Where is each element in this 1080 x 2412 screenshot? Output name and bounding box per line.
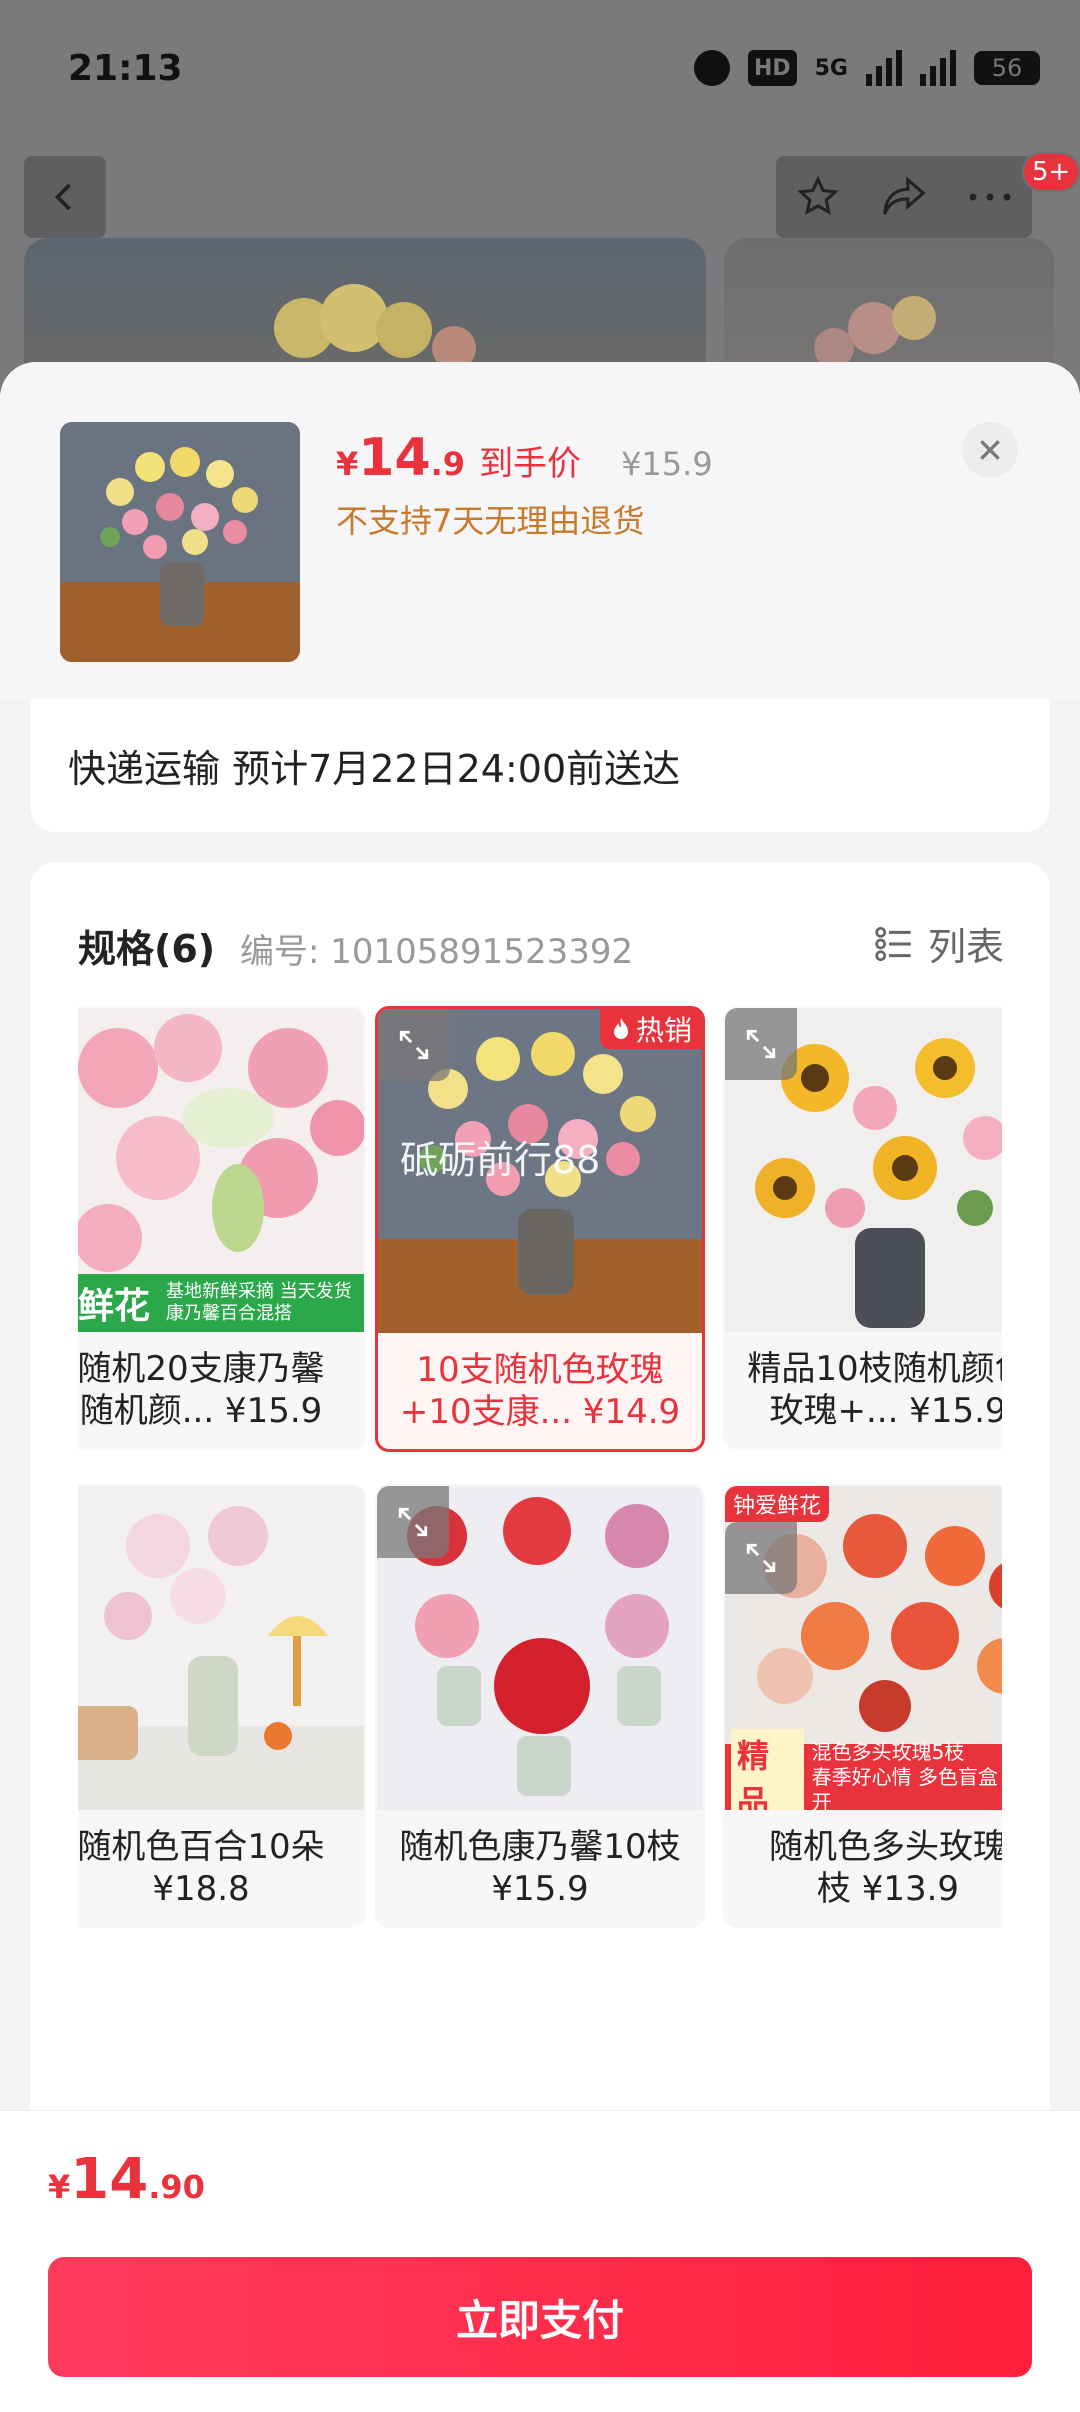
promo-sub: 混色多头玫瑰5枝 <box>811 1739 965 1764</box>
option-label: 10支随机色玫瑰 +10支康... ¥14.9 <box>378 1333 702 1449</box>
spec-option-selected[interactable]: 热销 砥砺前行88 10支随机色玫瑰 +10支康... ¥14.9 <box>375 1006 705 1452</box>
option-name: 精品10枝随机颜色 <box>747 1348 1002 1389</box>
status-icons: HD 5G 56 <box>693 50 1040 86</box>
pay-now-button[interactable]: 立即支付 <box>48 2257 1032 2377</box>
return-policy-note: 不支持7天无理由退货 <box>336 502 645 540</box>
price-line: ¥ 14 .9 到手价 ¥15.9 <box>336 428 713 488</box>
option-price: 枝 ¥13.9 <box>816 1869 960 1909</box>
spec-option[interactable]: 随机色康乃馨10枝 ¥15.9 <box>375 1484 705 1928</box>
total-price: ¥ 14 .90 <box>48 2147 205 2212</box>
option-label: 随机色多头玫瑰 枝 ¥13.9 <box>725 1810 1002 1926</box>
price-symbol: ¥ <box>336 445 359 483</box>
nav-tools <box>776 156 1032 238</box>
signal-icon-2 <box>920 50 956 86</box>
total-integer: 14 <box>70 2147 149 2212</box>
alarm-icon <box>693 50 730 86</box>
status-time: 21:13 <box>68 48 183 89</box>
close-button[interactable] <box>962 422 1018 478</box>
message-badge: 5+ <box>1022 152 1080 192</box>
price-decimal: .9 <box>430 445 466 483</box>
option-photo <box>725 1008 1002 1332</box>
promo-banner: 精品 混色多头玫瑰5枝春季好心情 多色盲盒 随机开 <box>725 1729 1002 1811</box>
battery-icon: 56 <box>974 51 1040 85</box>
option-name: 随机20支康乃馨 <box>78 1348 325 1389</box>
chevron-left-icon <box>54 183 71 211</box>
star-icon[interactable] <box>795 174 841 220</box>
spec-option[interactable]: 钟爱鲜花 精品 混色多头玫瑰5枝春季好心情 多色盲盒 随机开 随机色多头玫瑰 枝… <box>723 1484 1002 1928</box>
expand-icon <box>399 1030 429 1060</box>
background-page: 21:13 HD 5G 56 5+ <box>0 0 1080 438</box>
shipping-card: 快递运输 预计7月22日24:00前送达 <box>30 698 1050 832</box>
hd-icon: HD <box>747 50 797 86</box>
list-icon <box>875 926 911 961</box>
option-photo: 热销 砥砺前行88 <box>378 1009 702 1333</box>
list-label: 列表 <box>927 925 1004 969</box>
option-name: 随机色康乃馨10枝 <box>399 1826 681 1867</box>
spec-option[interactable]: 活鲜花 基地新鲜采摘 当天发货康乃馨百合混搭 随机20支康乃馨 随机颜... ¥… <box>78 1006 366 1450</box>
corner-tag: 钟爱鲜花 <box>725 1486 830 1522</box>
option-photo <box>78 1486 364 1810</box>
shipping-estimate: 快递运输 预计7月22日24:00前送达 <box>68 747 681 791</box>
expand-button[interactable] <box>725 1522 797 1594</box>
signal-icon <box>866 50 902 86</box>
option-label: 随机色百合10朵 ¥18.8 <box>78 1810 364 1926</box>
option-name: 随机色百合10朵 <box>78 1826 325 1867</box>
hot-sale-badge: 热销 <box>599 1009 702 1049</box>
spec-title: 规格(6) <box>78 927 216 971</box>
spec-option[interactable]: 精品10枝随机颜色 玫瑰+... ¥15.9 <box>723 1006 1002 1450</box>
expand-button[interactable] <box>378 1009 450 1081</box>
option-name: 随机色多头玫瑰 <box>769 1826 1002 1867</box>
total-decimal: .90 <box>148 2168 205 2206</box>
option-photo: 钟爱鲜花 精品 混色多头玫瑰5枝春季好心情 多色盲盒 随机开 <box>725 1486 1002 1810</box>
list-view-toggle[interactable]: 列表 <box>874 916 1004 971</box>
promo-sub: 基地新鲜采摘 当天发货 <box>166 1281 352 1303</box>
expand-icon <box>746 1029 776 1059</box>
promo-sub: 春季好心情 多色盲盒 随机开 <box>811 1764 1002 1811</box>
option-photo <box>377 1486 703 1810</box>
option-price: 随机颜... ¥15.9 <box>79 1391 323 1431</box>
option-name: 10支随机色玫瑰 <box>416 1349 664 1390</box>
expand-icon <box>398 1507 428 1537</box>
hot-sale-label: 热销 <box>635 1014 692 1047</box>
expand-button[interactable] <box>725 1008 797 1080</box>
spec-option[interactable]: 随机色百合10朵 ¥18.8 <box>78 1484 366 1928</box>
option-price: 玫瑰+... ¥15.9 <box>769 1391 1002 1431</box>
option-label: 精品10枝随机颜色 玫瑰+... ¥15.9 <box>725 1332 1002 1448</box>
total-symbol: ¥ <box>48 2168 71 2206</box>
price-integer: 14 <box>358 428 431 488</box>
option-label: 随机色康乃馨10枝 ¥15.9 <box>377 1810 703 1926</box>
close-icon <box>980 440 1000 460</box>
promo-sub: 康乃馨百合混搭 <box>166 1303 293 1324</box>
promo-main: 精品 <box>731 1729 804 1810</box>
status-bar: 21:13 HD 5G 56 <box>0 0 1080 140</box>
back-button[interactable] <box>24 156 106 238</box>
flame-icon <box>613 1018 628 1039</box>
more-icon[interactable] <box>967 191 1013 203</box>
option-price: ¥15.9 <box>491 1869 589 1909</box>
spec-options-grid: 活鲜花 基地新鲜采摘 当天发货康乃馨百合混搭 随机20支康乃馨 随机颜... ¥… <box>78 1006 1002 2006</box>
option-label: 随机20支康乃馨 随机颜... ¥15.9 <box>78 1332 364 1448</box>
network-label: 5G <box>814 55 848 81</box>
product-summary: ¥ 14 .9 到手价 ¥15.9 不支持7天无理由退货 <box>0 362 1080 702</box>
sku-selector-sheet: ¥ 14 .9 到手价 ¥15.9 不支持7天无理由退货 快递运输 预计7月22… <box>0 362 1080 2412</box>
checkout-footer: ¥ 14 .90 立即支付 <box>0 2110 1080 2412</box>
option-price: ¥18.8 <box>152 1869 250 1909</box>
product-thumbnail[interactable] <box>60 422 300 662</box>
share-icon[interactable] <box>879 174 929 220</box>
promo-main: 活鲜花 <box>78 1286 151 1327</box>
option-photo: 活鲜花 基地新鲜采摘 当天发货康乃馨百合混搭 <box>78 1008 364 1332</box>
product-code: 编号: 10105891523392 <box>240 932 634 972</box>
expand-icon <box>746 1543 776 1573</box>
price-tag: 到手价 <box>479 444 582 484</box>
expand-button[interactable] <box>377 1486 449 1558</box>
watermark-text: 砥砺前行88 <box>400 1138 601 1182</box>
original-price: ¥15.9 <box>621 445 713 483</box>
promo-banner: 活鲜花 基地新鲜采摘 当天发货康乃馨百合混搭 <box>78 1274 364 1332</box>
option-price: +10支康... ¥14.9 <box>399 1392 681 1432</box>
